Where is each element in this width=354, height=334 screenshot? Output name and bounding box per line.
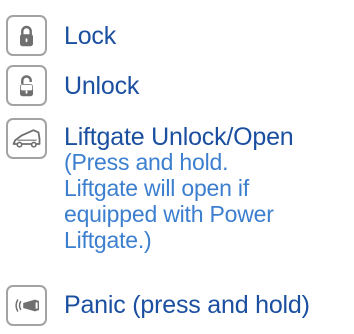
liftgate-label: Liftgate Unlock/Open <box>64 123 294 151</box>
lock-label: Lock <box>64 22 117 50</box>
panic-horn-icon[interactable] <box>6 285 47 326</box>
lock-icon[interactable] <box>6 15 47 56</box>
liftgate-icon[interactable] <box>6 118 47 159</box>
unlock-label: Unlock <box>64 72 140 100</box>
panic-label: Panic (press and hold) <box>64 291 310 319</box>
liftgate-description: (Press and hold. Liftgate will open if e… <box>64 149 274 253</box>
liftgate-description-line: Liftgate will open if <box>64 175 250 201</box>
unlock-icon[interactable] <box>6 65 47 106</box>
liftgate-description-line: Liftgate.) <box>64 227 152 253</box>
liftgate-description-line: (Press and hold. <box>64 149 229 175</box>
liftgate-description-line: equipped with Power <box>64 201 274 227</box>
